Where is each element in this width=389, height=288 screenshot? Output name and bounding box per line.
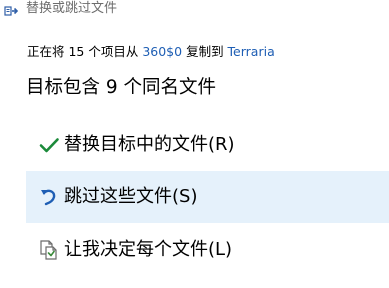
skip-files-option[interactable]: 跳过这些文件(S) [26,171,389,223]
window-title: 替换或跳过文件 [26,1,118,16]
skip-files-label: 跳过这些文件(S) [64,186,198,207]
destination-folder-link[interactable]: Terraria [228,44,275,59]
title-bar: 替换或跳过文件 [0,0,389,20]
file-move-icon [4,3,19,17]
decide-each-file-option[interactable]: 让我决定每个文件(L) [26,224,389,276]
replace-or-skip-dialog: 替换或跳过文件 正在将 15 个项目从 360$0 复制到 Terraria 目… [0,0,389,288]
summary-prefix: 正在将 15 个项目从 [27,44,143,59]
replace-files-option[interactable]: 替换目标中的文件(R) [26,119,389,171]
replace-files-label: 替换目标中的文件(R) [64,134,235,155]
summary-middle: 复制到 [182,44,228,59]
source-folder-link[interactable]: 360$0 [142,44,182,59]
compare-files-icon [38,239,62,261]
conflict-heading: 目标包含 9 个同名文件 [26,77,217,98]
undo-arrow-icon [38,186,62,208]
copy-summary: 正在将 15 个项目从 360$0 复制到 Terraria [27,43,275,61]
checkmark-icon [38,134,62,156]
decide-each-file-label: 让我决定每个文件(L) [64,239,233,260]
